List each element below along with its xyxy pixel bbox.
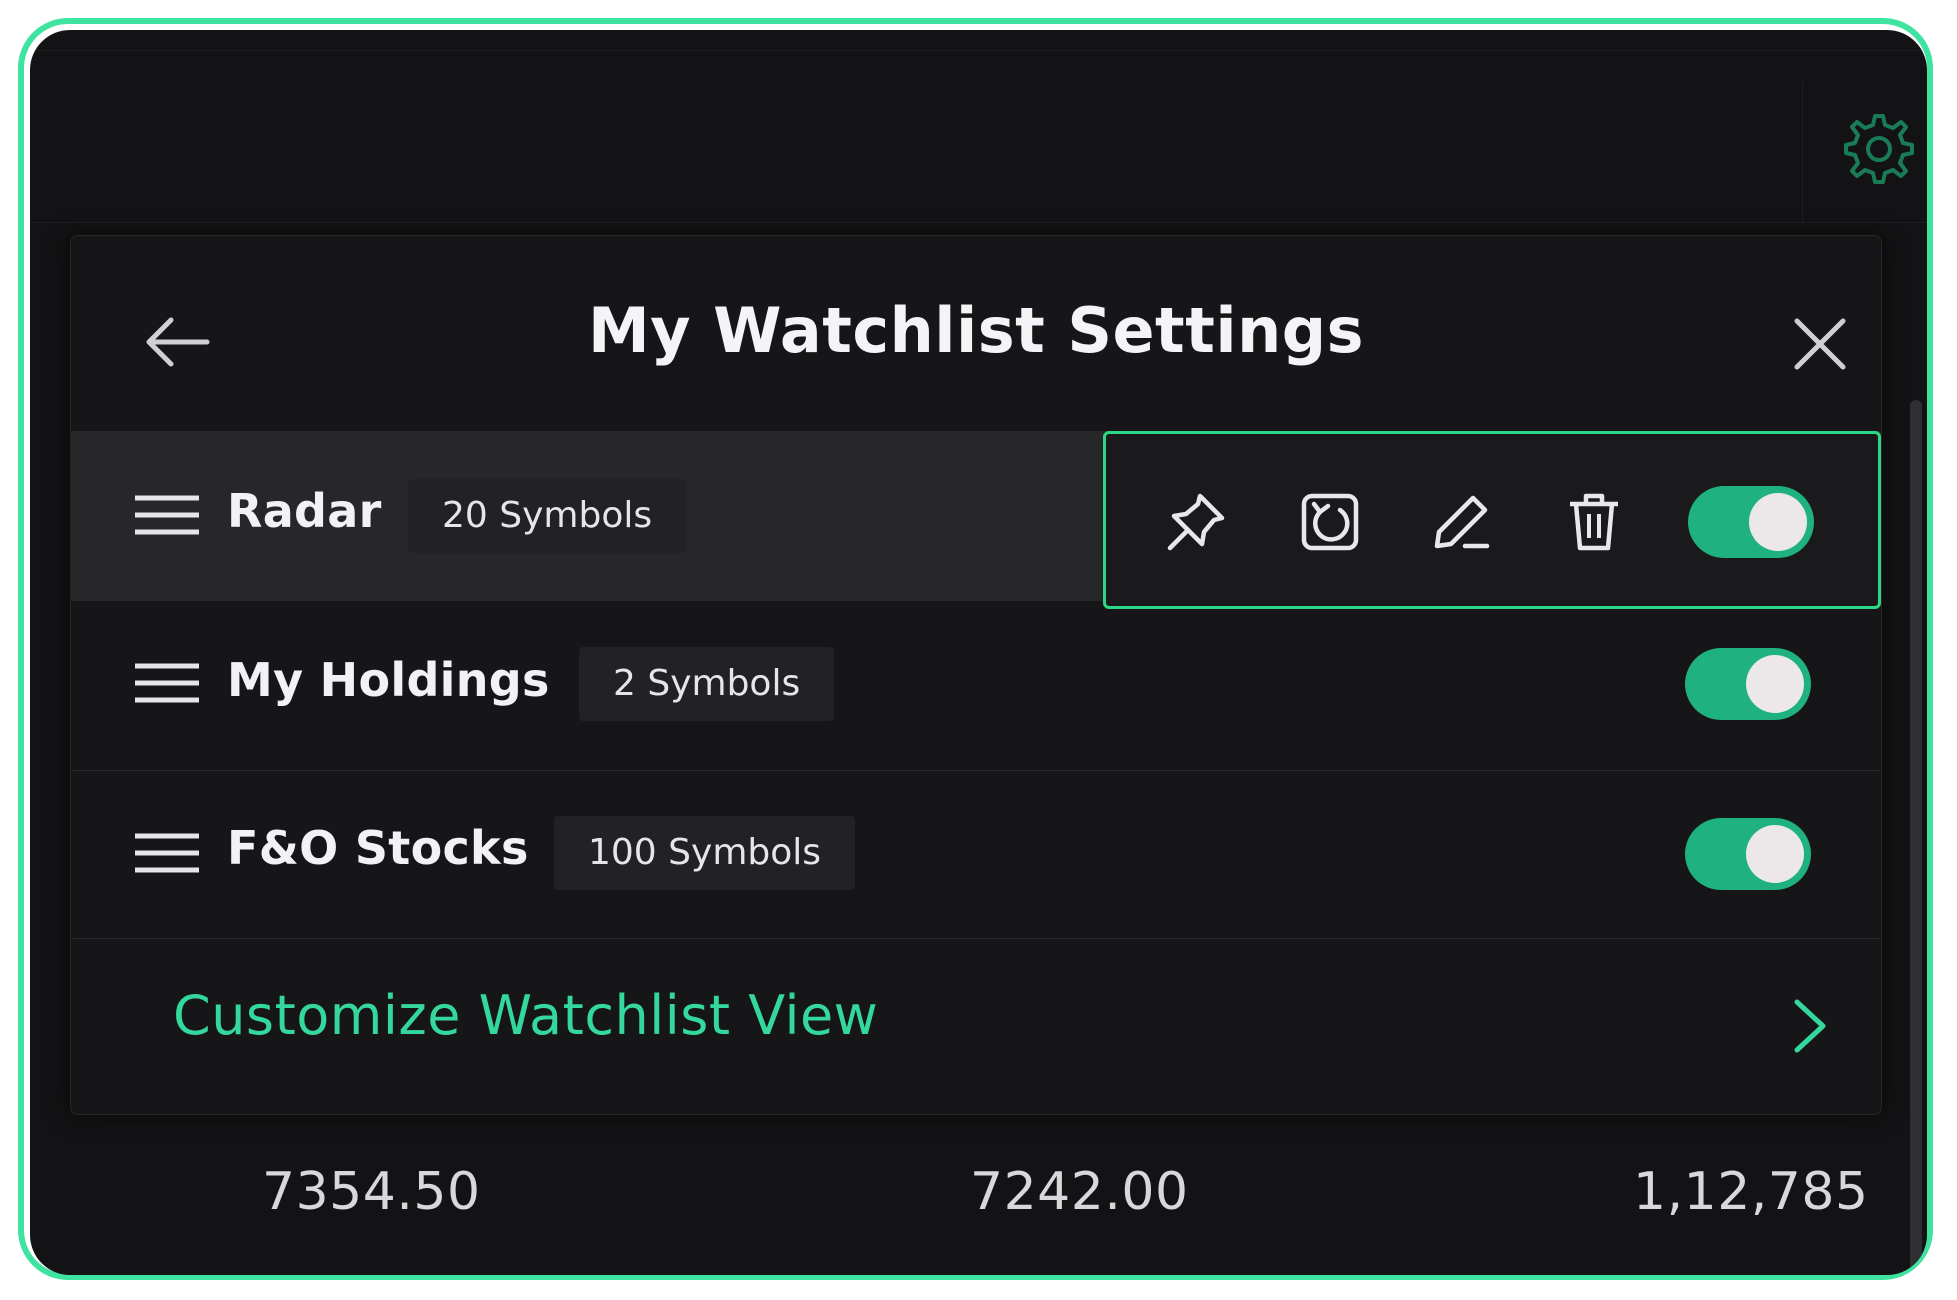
symbol-count-badge: 100 Symbols [554,816,856,890]
watchlist-settings-panel: My Watchlist Settings Radar 20 Symbols M… [70,235,1882,1115]
symbol-count-badge: 20 Symbols [408,479,687,553]
sync-icon[interactable] [1298,490,1362,554]
edit-icon[interactable] [1429,490,1493,554]
volume-value: 1,12,785 [1633,1162,1869,1222]
watchlist-row-my-holdings[interactable]: My Holdings 2 Symbols [71,601,1881,771]
watchlist-actions [1103,431,1881,609]
customize-label: Customize Watchlist View [173,984,879,1047]
watchlist-row-fo-stocks[interactable]: F&O Stocks 100 Symbols [71,769,1881,939]
gear-icon[interactable] [1835,108,1919,192]
panel-title: My Watchlist Settings [587,294,1365,367]
header-vertical-divider [1802,82,1803,222]
drag-handle-icon[interactable] [133,495,201,535]
pin-icon[interactable] [1164,490,1228,554]
watchlist-name: Radar [227,484,382,538]
watchlist-name: My Holdings [227,653,550,707]
customize-watchlist-view-link[interactable]: Customize Watchlist View [71,936,1881,1114]
toggle-knob [1746,825,1804,883]
panel-header: My Watchlist Settings [71,236,1881,441]
watchlist-toggle[interactable] [1685,818,1811,890]
watchlist-toggle[interactable] [1688,486,1814,558]
app-screen: 7354.50 7242.00 1,12,785 My Watchlist Se… [30,30,1927,1275]
background-divider [30,222,1927,223]
symbol-count-badge: 2 Symbols [579,647,835,721]
background-divider [30,50,1927,51]
delete-icon[interactable] [1562,490,1626,554]
scrollbar[interactable] [1910,400,1922,1275]
toggle-knob [1746,655,1804,713]
drag-handle-icon[interactable] [133,663,201,703]
watchlist-name: F&O Stocks [227,821,529,875]
price-value: 7242.00 [970,1162,1189,1222]
drag-handle-icon[interactable] [133,833,201,873]
close-icon[interactable] [1789,313,1851,375]
chevron-right-icon [1794,999,1826,1053]
watchlist-row-radar[interactable]: Radar 20 Symbols [71,431,1881,609]
toggle-knob [1749,493,1807,551]
price-value: 7354.50 [262,1162,481,1222]
watchlist-toggle[interactable] [1685,648,1811,720]
